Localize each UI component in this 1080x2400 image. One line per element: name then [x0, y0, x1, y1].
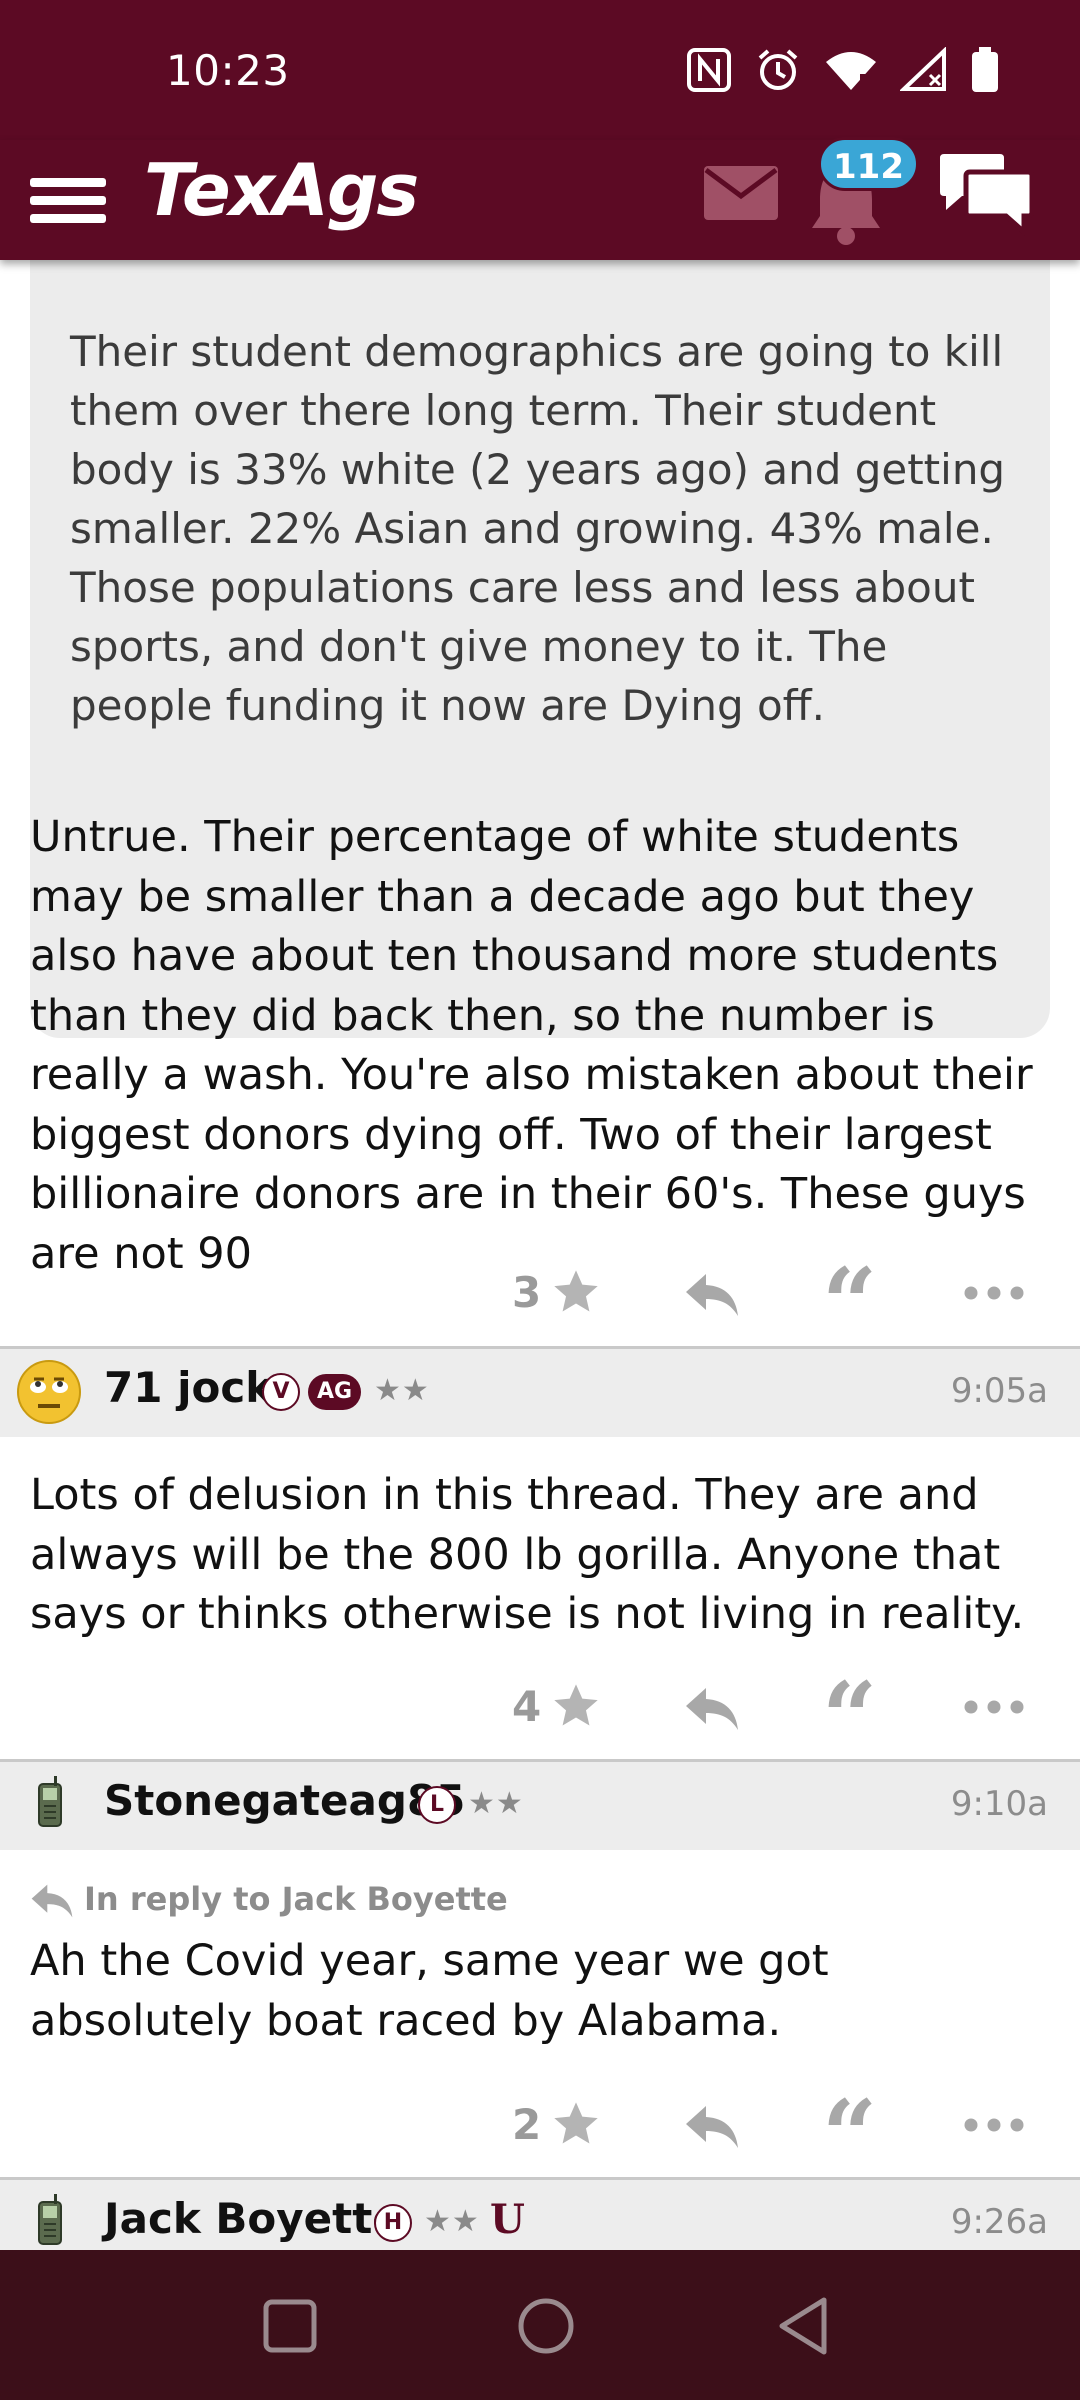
team-logo-badge: U — [490, 2196, 525, 2243]
avatar[interactable] — [16, 1772, 82, 1838]
star-count: 4 — [512, 1682, 542, 1731]
reply-reference[interactable]: In reply to Jack Boyette — [30, 1880, 508, 1919]
username[interactable]: Stonegateag85 — [104, 1776, 465, 1825]
mail-icon[interactable] — [704, 166, 778, 220]
avatar[interactable] — [16, 1359, 82, 1425]
reply-icon — [31, 1884, 73, 1918]
badge-h: H — [374, 2204, 412, 2242]
reply-icon[interactable] — [684, 1272, 740, 1318]
username[interactable]: Jack Boyette — [104, 2194, 401, 2243]
chat-icon[interactable] — [936, 152, 1036, 236]
menu-icon[interactable] — [30, 160, 106, 236]
star-count: 2 — [512, 2100, 542, 2149]
status-time: 10:23 — [166, 46, 290, 95]
post-header: Stonegateag85 L ★★ 9:10a — [0, 1762, 1080, 1850]
alarm-icon — [758, 49, 798, 90]
star-icon[interactable] — [550, 1680, 602, 1732]
post-actions: 2 “ — [0, 2088, 1080, 2184]
app-header: TexAgs 112 — [0, 137, 1080, 260]
user-stars: ★★ — [424, 2204, 480, 2239]
user-stars: ★★ — [468, 1786, 524, 1821]
post-actions: 3 “ — [0, 1256, 1080, 1352]
reply-to-label: In reply to Jack Boyette — [84, 1880, 508, 1918]
signal-icon — [900, 47, 946, 91]
nfc-icon — [687, 48, 731, 92]
username[interactable]: 71 jock — [104, 1363, 273, 1412]
avatar[interactable] — [16, 2190, 82, 2250]
post-body: Ah the Covid year, same year we got abso… — [30, 1936, 829, 2046]
post-header: 71 jock V AG ★★ 9:05a — [0, 1349, 1080, 1437]
recents-icon[interactable] — [258, 2294, 322, 2358]
status-icons — [686, 46, 1000, 94]
wifi-icon — [826, 52, 876, 90]
post-body: Lots of delusion in this thread. They ar… — [30, 1470, 1025, 1639]
quoted-text: Their student demographics are going to … — [70, 327, 1006, 730]
quote-icon[interactable]: “ — [822, 1670, 877, 1766]
quote-icon[interactable]: “ — [822, 2088, 877, 2184]
status-bar: 10:23 — [0, 0, 1080, 140]
notification-badge[interactable]: 112 — [818, 137, 919, 191]
badge-v: V — [262, 1373, 300, 1411]
system-nav-bar — [0, 2250, 1080, 2400]
badge-l: L — [418, 1786, 456, 1824]
post-body: Untrue. Their percentage of white studen… — [30, 812, 1033, 1279]
back-icon[interactable] — [772, 2294, 836, 2358]
post-header: Jack Boyette H ★★ U 9:26a — [0, 2180, 1080, 2250]
more-options-icon[interactable] — [964, 2118, 1024, 2132]
home-icon[interactable] — [514, 2294, 578, 2358]
post-time: 9:05a — [950, 1371, 1048, 1411]
quote-icon[interactable]: “ — [822, 1256, 877, 1352]
texags-logo[interactable]: TexAgs — [144, 148, 419, 232]
more-options-icon[interactable] — [964, 1700, 1024, 1714]
post-time: 9:10a — [950, 1784, 1048, 1824]
star-icon[interactable] — [550, 2098, 602, 2150]
battery-icon — [972, 47, 998, 92]
reply-icon[interactable] — [684, 2104, 740, 2150]
more-options-icon[interactable] — [964, 1286, 1024, 1300]
post-actions: 4 “ — [0, 1670, 1080, 1766]
user-stars: ★★ — [374, 1373, 430, 1408]
star-icon[interactable] — [550, 1266, 602, 1318]
reply-icon[interactable] — [684, 1686, 740, 1732]
post-time: 9:26a — [950, 2202, 1048, 2242]
thread-content[interactable]: Their student demographics are going to … — [0, 260, 1080, 2250]
badge-ag: AG — [308, 1374, 362, 1410]
star-count: 3 — [512, 1268, 542, 1317]
